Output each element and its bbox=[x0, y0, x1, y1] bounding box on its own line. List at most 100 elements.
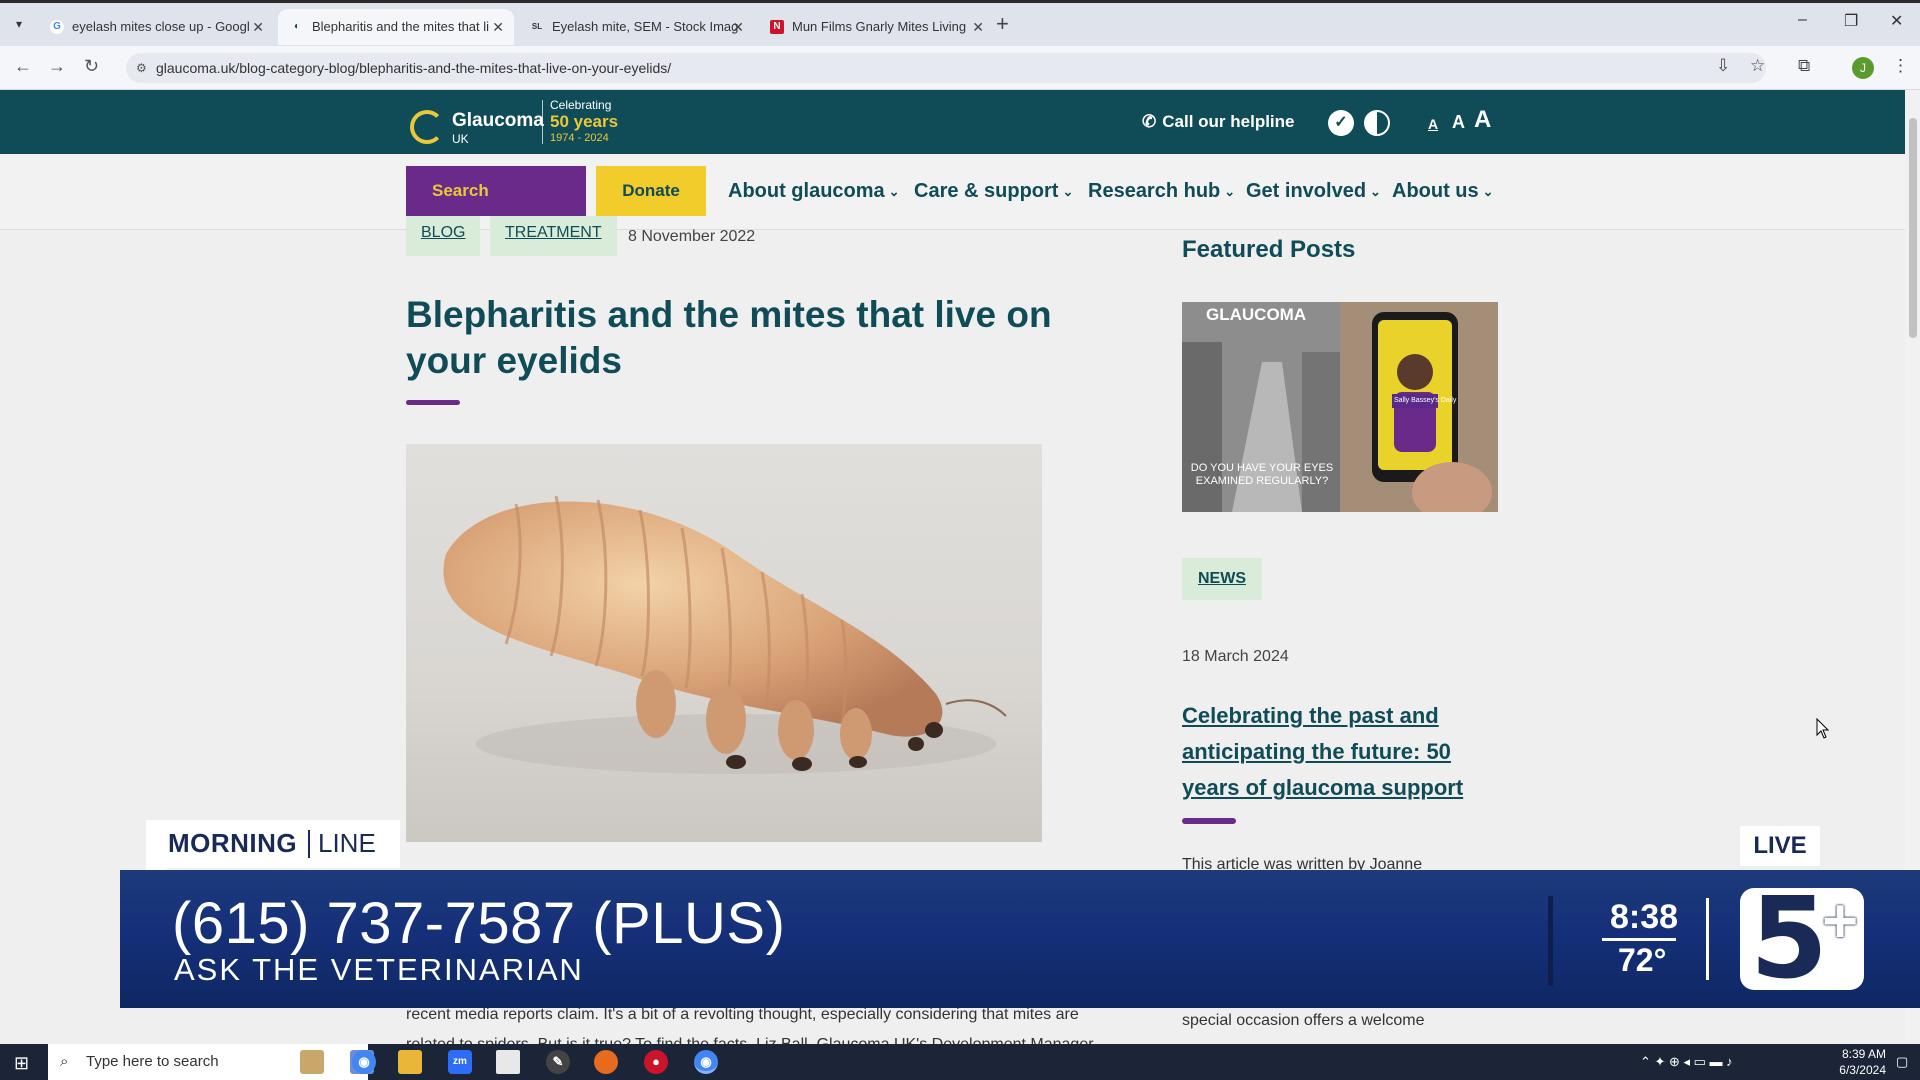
profile-avatar[interactable]: J bbox=[1852, 57, 1874, 79]
featured-post-link[interactable]: Celebrating the past and anticipating th… bbox=[1182, 698, 1512, 806]
record-app-icon[interactable]: ● bbox=[644, 1050, 668, 1074]
browser-tab-bar: ▾ G eyelash mites close up - Googl ✕ ◐ B… bbox=[0, 0, 1920, 46]
nav-get-involved[interactable]: Get involved ⌄ bbox=[1246, 180, 1381, 203]
tv-time: 8:38 bbox=[1610, 898, 1679, 936]
font-size-medium[interactable]: A bbox=[1452, 112, 1465, 133]
article-date: 8 November 2022 bbox=[628, 228, 756, 245]
nav-care-support[interactable]: Care & support ⌄ bbox=[914, 180, 1073, 203]
font-size-large[interactable]: A bbox=[1474, 106, 1491, 134]
chrome-icon[interactable]: ◉ bbox=[352, 1050, 376, 1074]
featured-image-text-bottom: DO YOU HAVE YOUR EYES EXAMINED REGULARLY… bbox=[1190, 462, 1334, 487]
site-search-input[interactable]: Search bbox=[406, 166, 586, 216]
glaucoma-uk-logo[interactable]: Glaucoma UK Celebrating 50 years 1974 - … bbox=[410, 98, 620, 146]
program-label: MORNING LINE bbox=[146, 820, 400, 868]
minimize-icon[interactable]: – bbox=[1798, 11, 1807, 29]
tv-temperature: 72° bbox=[1618, 942, 1667, 978]
document-icon[interactable] bbox=[496, 1050, 520, 1074]
pen-app-icon[interactable]: ✎ bbox=[546, 1050, 570, 1074]
tv-phone-number: (615) 737-7587 (PLUS) bbox=[172, 891, 786, 956]
chevron-down-icon: ⌄ bbox=[1482, 183, 1494, 199]
tag-news[interactable]: NEWS bbox=[1182, 558, 1262, 600]
nav-label: Research hub bbox=[1088, 180, 1221, 202]
logo-ring-icon bbox=[410, 110, 444, 144]
zoom-icon[interactable]: zm bbox=[448, 1050, 472, 1074]
featured-underline bbox=[1182, 818, 1236, 824]
featured-posts-heading: Featured Posts bbox=[1182, 236, 1356, 263]
nav-label: Care & support bbox=[914, 180, 1059, 202]
forward-icon[interactable]: → bbox=[48, 56, 66, 77]
helpline-link[interactable]: ✆ Call our helpline bbox=[1142, 112, 1295, 132]
tab-label: Mun Films Gnarly Mites Living bbox=[792, 19, 967, 34]
restore-icon[interactable]: ❐ bbox=[1844, 11, 1858, 31]
article-title: Blepharitis and the mites that live on y… bbox=[406, 294, 1052, 381]
tv-caption: ASK THE VETERINARIAN bbox=[174, 952, 584, 987]
tab-label: eyelash mites close up - Googl bbox=[72, 19, 250, 34]
install-app-icon[interactable]: ⇩ bbox=[1716, 56, 1730, 76]
tag-blog[interactable]: BLOG bbox=[406, 216, 481, 256]
check-icon[interactable]: ✓ bbox=[1328, 110, 1354, 136]
site-info-icon[interactable]: ⚙ bbox=[136, 53, 147, 83]
mouse-cursor-icon bbox=[1816, 717, 1830, 745]
mite-image bbox=[406, 444, 1042, 842]
tv-logo-divider bbox=[1706, 898, 1709, 980]
extensions-icon[interactable]: ⧉ bbox=[1798, 56, 1810, 76]
notifications-icon[interactable]: ▢ bbox=[1896, 1054, 1908, 1070]
url-text: glaucoma.uk/blog-category-blog/blepharit… bbox=[156, 60, 672, 76]
contrast-toggle-icon[interactable] bbox=[1364, 110, 1390, 136]
font-size-small[interactable]: A bbox=[1428, 116, 1438, 132]
chevron-down-icon: ⌄ bbox=[1370, 183, 1381, 199]
featured-post-image[interactable]: GLAUCOMA Sally Bassey's Daily DO YOU HAV… bbox=[1182, 302, 1498, 512]
address-bar-row: ← → ↻ ⚙ glaucoma.uk/blog-category-blog/b… bbox=[0, 46, 1920, 90]
close-tab-icon[interactable]: ✕ bbox=[732, 9, 744, 45]
donate-button[interactable]: Donate bbox=[596, 166, 706, 216]
featured-image-graphic: GLAUCOMA Sally Bassey's Daily DO YOU HAV… bbox=[1182, 302, 1498, 512]
back-icon[interactable]: ← bbox=[14, 56, 32, 77]
bookmark-star-icon[interactable]: ☆ bbox=[1750, 56, 1765, 76]
close-tab-icon[interactable]: ✕ bbox=[972, 9, 984, 45]
nav-label: About us bbox=[1392, 180, 1479, 202]
logo-sub: UK bbox=[452, 132, 469, 146]
tray-icons[interactable]: ⌃ ✦ ⊕ ◂ ▭ ▬ ♪ bbox=[1640, 1054, 1733, 1070]
chevron-down-icon: ⌄ bbox=[1062, 183, 1074, 199]
main-nav: Search Donate About glaucoma ⌄ Care & sup… bbox=[0, 154, 1905, 230]
tab-stock-image[interactable]: SL Eyelash mite, SEM - Stock Imag ✕ bbox=[518, 9, 754, 45]
firefox-icon[interactable] bbox=[594, 1050, 618, 1074]
station-number: 5 bbox=[1750, 874, 1828, 1004]
scrollbar-thumb[interactable] bbox=[1909, 118, 1917, 338]
tab-mun-films[interactable]: N Mun Films Gnarly Mites Living ✕ bbox=[758, 9, 994, 45]
news-widget-icon[interactable] bbox=[300, 1050, 324, 1074]
station-plus: + bbox=[1822, 887, 1859, 956]
google-icon: G bbox=[50, 20, 64, 34]
menu-kebab-icon[interactable]: ⋮ bbox=[1892, 56, 1909, 76]
file-explorer-icon[interactable] bbox=[398, 1050, 422, 1074]
close-window-icon[interactable]: ✕ bbox=[1890, 11, 1903, 31]
tag-treatment[interactable]: TREATMENT bbox=[490, 216, 617, 256]
logo-year-range: 1974 - 2024 bbox=[550, 132, 609, 144]
new-tab-button[interactable]: + bbox=[996, 11, 1009, 37]
search-icon: ⌕ bbox=[60, 1053, 69, 1070]
title-underline bbox=[406, 400, 460, 405]
tab-search-icon[interactable]: ▾ bbox=[8, 13, 30, 35]
taskbar-date: 6/3/2024 bbox=[1839, 1063, 1886, 1077]
nav-label: About glaucoma bbox=[728, 180, 885, 202]
tab-label: Blepharitis and the mites that li bbox=[312, 19, 490, 34]
helpline-label: Call our helpline bbox=[1162, 112, 1295, 131]
station-logo: 5 + bbox=[1740, 874, 1864, 1004]
tab-blepharitis[interactable]: ◐ Blepharitis and the mites that li ✕ bbox=[278, 9, 514, 45]
close-tab-icon[interactable]: ✕ bbox=[252, 9, 264, 45]
tab-google[interactable]: G eyelash mites close up - Googl ✕ bbox=[38, 9, 274, 45]
windows-start-icon[interactable]: ⊞ bbox=[14, 1053, 29, 1074]
nav-about-us[interactable]: About us ⌄ bbox=[1392, 180, 1494, 203]
windows-taskbar: ⊞ ⌕ Type here to search ◉ zm ✎ ● ◉ ⌃ ✦ ⊕… bbox=[0, 1044, 1920, 1080]
url-input[interactable]: ⚙ glaucoma.uk/blog-category-blog/blephar… bbox=[126, 53, 1766, 83]
featured-image-phone-text: Sally Bassey's Daily bbox=[1394, 397, 1457, 404]
nav-research-hub[interactable]: Research hub ⌄ bbox=[1088, 180, 1235, 203]
nav-about-glaucoma[interactable]: About glaucoma ⌄ bbox=[728, 180, 900, 203]
taskbar-clock[interactable]: 8:39 AM 6/3/2024 bbox=[1830, 1046, 1886, 1078]
chevron-down-icon: ⌄ bbox=[888, 183, 900, 199]
chrome-active-icon[interactable]: ◉ bbox=[694, 1050, 718, 1074]
close-tab-icon[interactable]: ✕ bbox=[492, 9, 504, 45]
reload-icon[interactable]: ↻ bbox=[84, 56, 99, 77]
tv-lower-third: (615) 737-7587 (PLUS) ASK THE VETERINARI… bbox=[120, 870, 1920, 1008]
phone-icon: ✆ bbox=[1142, 112, 1157, 131]
